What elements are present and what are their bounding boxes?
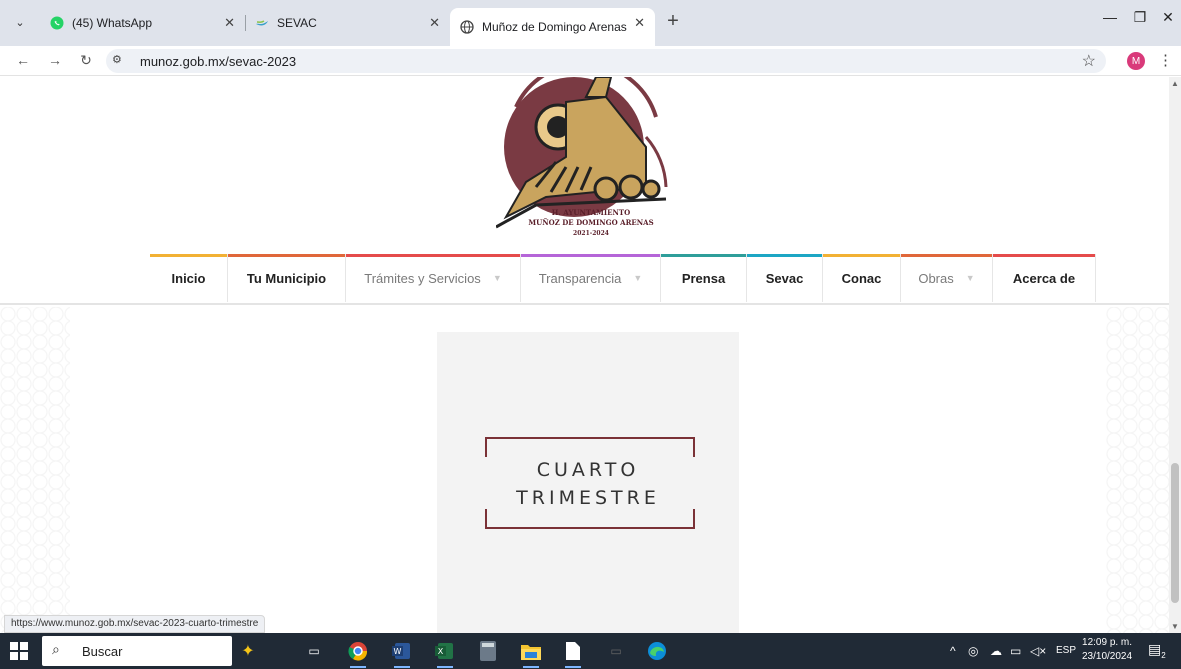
address-bar[interactable]: ⚙ munoz.gob.mx/sevac-2023 ☆ xyxy=(106,49,1106,73)
new-tab-button[interactable]: + xyxy=(660,10,686,33)
meet-now-icon[interactable]: ◎ xyxy=(968,644,978,658)
windows-taskbar: ⌕ Buscar ✦ ▭ W X ▭ ^ ◎ ☁ ▭ ◁× ESP 12:09 … xyxy=(0,633,1181,669)
menu-item-prensa[interactable]: Prensa xyxy=(661,254,747,302)
clock-date: 23/10/2024 xyxy=(1082,651,1133,662)
scrollbar-thumb[interactable] xyxy=(1171,463,1179,603)
profile-avatar[interactable]: M xyxy=(1127,52,1145,70)
svg-text:X: X xyxy=(438,647,444,656)
page-scrollbar[interactable]: ▲ ▼ xyxy=(1169,77,1181,633)
tab-whatsapp[interactable]: (45) WhatsApp ✕ xyxy=(40,8,245,38)
chevron-down-icon: ▼ xyxy=(633,273,643,283)
browser-menu-icon[interactable]: ⋮ xyxy=(1158,51,1173,69)
close-tab-icon[interactable]: ✕ xyxy=(429,15,440,31)
main-menu: Inicio Tu Municipio Trámites y Servicios… xyxy=(150,254,1096,302)
close-window-button[interactable]: ✕ xyxy=(1148,9,1181,26)
taskbar-search[interactable]: ⌕ Buscar xyxy=(42,636,232,666)
chevron-down-icon: ▼ xyxy=(965,273,975,283)
svg-text:MUÑOZ DE DOMINGO ARENAS: MUÑOZ DE DOMINGO ARENAS xyxy=(528,218,653,227)
network-icon[interactable]: ▭ xyxy=(1010,644,1021,658)
svg-text:W: W xyxy=(394,647,402,656)
document-taskbar-icon[interactable] xyxy=(561,639,585,668)
search-icon: ⌕ xyxy=(52,641,60,657)
menu-item-obras[interactable]: Obras ▼ xyxy=(901,254,993,302)
back-button[interactable]: ← xyxy=(12,52,34,68)
search-placeholder: Buscar xyxy=(82,644,123,659)
tab-munoz[interactable]: Muñoz de Domingo Arenas ✕ xyxy=(450,8,655,46)
screen: ⌄ (45) WhatsApp ✕ SEVAC ✕ Muñoz de Domin… xyxy=(0,0,1181,669)
link-status-bubble: https://www.munoz.gob.mx/sevac-2023-cuar… xyxy=(4,615,266,633)
windows-start-icon[interactable] xyxy=(10,642,28,660)
cuarto-trimestre-card[interactable]: CUARTO TRIMESTRE xyxy=(437,332,739,633)
url-text: munoz.gob.mx/sevac-2023 xyxy=(140,54,297,69)
close-tab-icon[interactable]: ✕ xyxy=(224,15,235,31)
task-view-icon[interactable]: ▭ xyxy=(302,639,326,663)
menu-label: Inicio xyxy=(171,270,206,286)
whatsapp-icon xyxy=(50,16,64,30)
copilot-sparkle-icon[interactable]: ✦ xyxy=(236,639,260,663)
chevron-down-icon: ▼ xyxy=(492,273,502,283)
municipality-logo[interactable]: H. AYUNTAMIENTO MUÑOZ DE DOMINGO ARENAS … xyxy=(496,77,676,247)
menu-label: Sevac xyxy=(765,270,804,286)
menu-item-sevac[interactable]: Sevac xyxy=(747,254,823,302)
word-taskbar-icon[interactable]: W xyxy=(390,639,414,668)
menu-label: Conac xyxy=(841,270,882,286)
scroll-down-icon[interactable]: ▼ xyxy=(1171,622,1179,631)
system-clock[interactable]: 12:09 p. m. 23/10/2024 xyxy=(1082,636,1132,664)
clock-time: 12:09 p. m. xyxy=(1082,637,1133,648)
card-title-line: CUARTO xyxy=(536,459,640,481)
language-indicator[interactable]: ESP xyxy=(1056,645,1076,656)
tab-sevac[interactable]: SEVAC ✕ xyxy=(245,8,450,38)
browser-toolbar: ← → ↻ ⚙ munoz.gob.mx/sevac-2023 ☆ M ⋮ xyxy=(0,46,1181,76)
card-title-line: TRIMESTRE xyxy=(516,487,660,509)
site-header: H. AYUNTAMIENTO MUÑOZ DE DOMINGO ARENAS … xyxy=(0,77,1169,305)
tab-title: Muñoz de Domingo Arenas xyxy=(482,20,627,34)
edge-taskbar-icon[interactable] xyxy=(645,639,669,663)
reload-button[interactable]: ↻ xyxy=(75,52,97,69)
file-explorer-taskbar-icon[interactable] xyxy=(519,639,543,668)
menu-label: Acerca de xyxy=(1012,270,1076,286)
site-settings-icon[interactable]: ⚙ xyxy=(112,53,122,66)
menu-label: Tu Municipio xyxy=(246,270,327,286)
menu-label: Prensa xyxy=(681,270,726,286)
menu-item-acerca-de[interactable]: Acerca de xyxy=(993,254,1096,302)
card-title: CUARTO TRIMESTRE xyxy=(437,456,739,512)
app-taskbar-icon[interactable]: ▭ xyxy=(604,639,628,663)
svg-text:2021-2024: 2021-2024 xyxy=(573,230,609,237)
close-tab-icon[interactable]: ✕ xyxy=(634,15,645,31)
menu-label: Trámites y Servicios xyxy=(364,270,481,286)
menu-item-tu-municipio[interactable]: Tu Municipio xyxy=(228,254,346,302)
globe-icon xyxy=(460,20,474,34)
menu-item-tramites[interactable]: Trámites y Servicios ▼ xyxy=(346,254,521,302)
background-pattern xyxy=(0,307,70,633)
menu-label: Transparencia xyxy=(538,270,622,286)
tab-strip: ⌄ (45) WhatsApp ✕ SEVAC ✕ Muñoz de Domin… xyxy=(0,0,1181,46)
chrome-taskbar-icon[interactable] xyxy=(346,639,370,668)
menu-item-inicio[interactable]: Inicio xyxy=(150,254,228,302)
page-viewport: H. AYUNTAMIENTO MUÑOZ DE DOMINGO ARENAS … xyxy=(0,77,1169,633)
volume-muted-icon[interactable]: ◁× xyxy=(1030,644,1046,658)
sevac-icon xyxy=(255,16,269,30)
bookmark-star-icon[interactable]: ☆ xyxy=(1082,51,1096,71)
menu-item-conac[interactable]: Conac xyxy=(823,254,901,302)
show-hidden-icons-chevron[interactable]: ^ xyxy=(950,644,956,658)
scroll-up-icon[interactable]: ▲ xyxy=(1171,79,1179,88)
menu-label: Obras xyxy=(918,270,954,286)
svg-text:H. AYUNTAMIENTO: H. AYUNTAMIENTO xyxy=(552,208,630,217)
menu-item-transparencia[interactable]: Transparencia ▼ xyxy=(521,254,661,302)
background-pattern xyxy=(1106,307,1169,633)
notification-center-icon[interactable]: ▤2 xyxy=(1148,641,1166,660)
notification-count: 2 xyxy=(1161,650,1166,660)
calculator-taskbar-icon[interactable] xyxy=(476,639,500,663)
excel-taskbar-icon[interactable]: X xyxy=(433,639,457,668)
tab-title: (45) WhatsApp xyxy=(72,16,153,30)
tab-title: SEVAC xyxy=(277,16,317,30)
onedrive-cloud-icon[interactable]: ☁ xyxy=(990,644,1002,658)
forward-button[interactable]: → xyxy=(44,52,66,68)
tab-search-button[interactable]: ⌄ xyxy=(8,10,32,34)
